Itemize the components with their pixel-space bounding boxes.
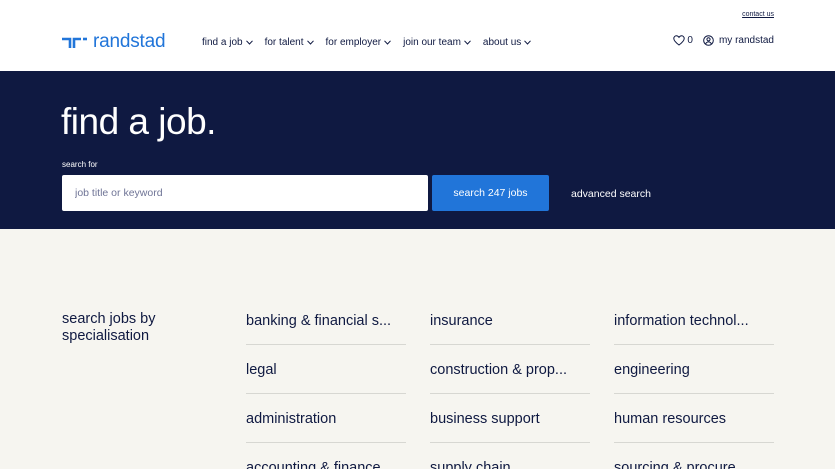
- chevron-down-icon: [384, 40, 391, 45]
- randstad-logo-icon: [62, 37, 87, 48]
- nav-about-us[interactable]: about us: [482, 37, 532, 48]
- specialisation-link[interactable]: legal: [246, 345, 406, 394]
- specialisation-link[interactable]: business support: [430, 394, 590, 443]
- nav-find-a-job[interactable]: find a job: [202, 37, 253, 48]
- contact-us-link[interactable]: contact us: [742, 11, 774, 18]
- nav-label: find a job: [202, 37, 243, 48]
- specialisation-link[interactable]: information technol...: [614, 296, 774, 345]
- nav-for-employer[interactable]: for employer: [326, 37, 392, 48]
- nav-for-talent[interactable]: for talent: [265, 37, 314, 48]
- search-jobs-button[interactable]: search 247 jobs: [432, 175, 549, 211]
- search-hero: find a job. search for search 247 jobs a…: [0, 71, 835, 229]
- site-header: contact us randstad find a job for talen…: [0, 0, 835, 71]
- specialisation-heading: search jobs by specialisation: [62, 311, 156, 344]
- specialisation-link[interactable]: banking & financial s...: [246, 296, 406, 345]
- specialisation-link[interactable]: administration: [246, 394, 406, 443]
- account-label: my randstad: [718, 35, 774, 46]
- specialisation-link[interactable]: engineering: [614, 345, 774, 394]
- specialisation-link[interactable]: accounting & finance: [246, 443, 406, 469]
- heart-icon: [673, 35, 686, 46]
- nav-join-our-team[interactable]: join our team: [403, 37, 471, 48]
- page-title: find a job.: [61, 101, 216, 142]
- favorites-button[interactable]: 0: [673, 35, 693, 46]
- favorites-count: 0: [687, 35, 693, 46]
- nav-label: for talent: [264, 37, 304, 48]
- specialisation-link[interactable]: human resources: [614, 394, 774, 443]
- specialisation-list: banking & financial s... insurance infor…: [246, 296, 774, 469]
- nav-label: join our team: [403, 37, 461, 48]
- chevron-down-icon: [464, 40, 471, 45]
- main-nav: find a job for talent for employer join …: [202, 37, 543, 48]
- specialisation-link[interactable]: sourcing & procure...: [614, 443, 774, 469]
- specialisation-link[interactable]: construction & prop...: [430, 345, 590, 394]
- header-tools: 0 my randstad: [673, 35, 774, 46]
- specialisation-link[interactable]: supply chain: [430, 443, 590, 469]
- chevron-down-icon: [524, 40, 532, 45]
- specialisation-link[interactable]: insurance: [430, 296, 590, 345]
- user-icon: [703, 35, 714, 46]
- search-input[interactable]: [62, 175, 428, 211]
- search-label: search for: [62, 160, 98, 169]
- chevron-down-icon: [245, 40, 253, 45]
- my-randstad-button[interactable]: my randstad: [703, 35, 774, 46]
- nav-label: for employer: [325, 37, 382, 48]
- nav-label: about us: [482, 37, 522, 48]
- advanced-search-link[interactable]: advanced search: [571, 188, 651, 200]
- chevron-down-icon: [306, 40, 314, 45]
- randstad-logo[interactable]: randstad: [61, 31, 166, 53]
- logo-wordmark: randstad: [93, 31, 166, 52]
